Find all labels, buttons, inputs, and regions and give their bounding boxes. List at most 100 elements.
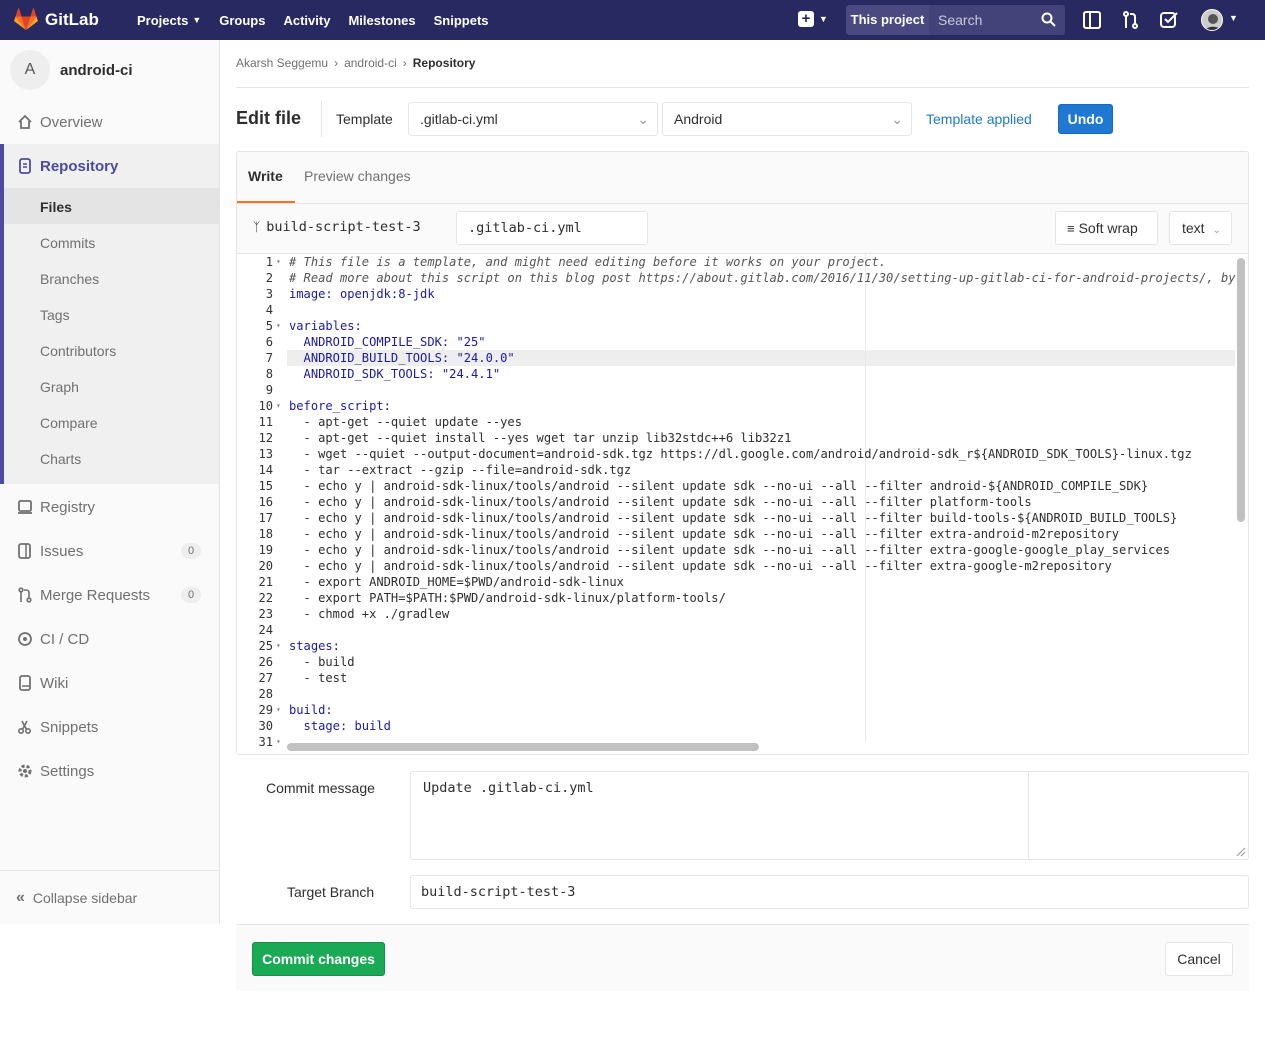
sidebar-item-overview[interactable]: Overview <box>0 100 219 144</box>
file-name-input[interactable]: .gitlab-ci.yml <box>456 211 648 245</box>
code-line[interactable]: 18 - echo y | android-sdk-linux/tools/an… <box>237 526 1237 542</box>
code-line[interactable]: 19 - echo y | android-sdk-linux/tools/an… <box>237 542 1237 558</box>
sidebar-subitem-commits[interactable]: Commits <box>40 235 95 251</box>
vertical-scrollbar[interactable] <box>1237 258 1245 522</box>
gitlab-logo[interactable]: GitLab <box>14 8 99 31</box>
code-line[interactable]: 3 image: openjdk:8-jdk <box>237 286 1237 302</box>
nav-projects[interactable]: Projects ▼ <box>137 13 201 28</box>
sidebar-subitem-charts[interactable]: Charts <box>40 451 81 467</box>
undo-button[interactable]: Undo <box>1058 104 1113 134</box>
code-line[interactable]: 29 ▾ build: <box>237 702 1237 718</box>
code-line[interactable]: 2 # Read more about this script on this b… <box>237 270 1237 286</box>
line-number: 30 <box>258 719 273 733</box>
nav-snippets[interactable]: Snippets <box>434 13 489 28</box>
fold-toggle-icon[interactable]: ▾ <box>276 734 281 750</box>
code-line-text: - test <box>289 671 348 685</box>
search-box[interactable] <box>929 5 1065 35</box>
sidebar-toggle-icon[interactable] <box>1083 10 1101 30</box>
collapse-sidebar-button[interactable]: « Collapse sidebar <box>0 870 219 924</box>
code-line[interactable]: 27 - test <box>237 670 1237 686</box>
code-line-text: - echo y | android-sdk-linux/tools/andro… <box>289 511 1178 525</box>
tab-write[interactable]: Write <box>248 168 283 184</box>
issues-count-badge: 0 <box>181 543 201 559</box>
sidebar-item-issues[interactable]: Issues 0 <box>0 529 219 573</box>
sidebar-item-registry[interactable]: Registry <box>0 485 219 529</box>
code-line[interactable]: 21 - export ANDROID_HOME=$PWD/android-sd… <box>237 574 1237 590</box>
code-line[interactable]: 24 <box>237 622 1237 638</box>
code-line[interactable]: 14 - tar --extract --gzip --file=android… <box>237 462 1237 478</box>
breadcrumb-user[interactable]: Akarsh Seggemu <box>236 56 328 70</box>
book-icon <box>16 674 34 692</box>
todo-check-icon[interactable] <box>1160 10 1178 30</box>
code-line[interactable]: 10 ▾ before_script: <box>237 398 1237 414</box>
main-nav: Projects ▼ Groups Activity Milestones Sni… <box>137 0 507 40</box>
code-line[interactable]: 16 - echo y | android-sdk-linux/tools/an… <box>237 494 1237 510</box>
line-number: 22 <box>258 591 273 605</box>
line-number: 11 <box>258 415 273 429</box>
sidebar-subitem-compare[interactable]: Compare <box>40 415 98 431</box>
breadcrumb-project[interactable]: android-ci <box>344 56 397 70</box>
sidebar-item-cicd[interactable]: CI / CD <box>0 617 219 661</box>
cancel-button[interactable]: Cancel <box>1165 942 1233 976</box>
code-line[interactable]: 20 - echo y | android-sdk-linux/tools/an… <box>237 558 1237 574</box>
code-line[interactable]: 5 ▾ variables: <box>237 318 1237 334</box>
project-header[interactable]: A android-ci <box>10 50 133 90</box>
code-line[interactable]: 12 - apt-get --quiet install --yes wget … <box>237 430 1237 446</box>
code-line[interactable]: 1 ▾ # This file is a template, and might n… <box>237 254 1237 270</box>
code-line[interactable]: 13 - wget --quiet --output-document=andr… <box>237 446 1237 462</box>
commit-message-textarea[interactable]: Update .gitlab-ci.yml <box>410 771 1249 860</box>
code-line[interactable]: 15 - echo y | android-sdk-linux/tools/an… <box>237 478 1237 494</box>
sidebar-subitem-contributors[interactable]: Contributors <box>40 343 116 359</box>
sidebar-item-snippets[interactable]: Snippets <box>0 705 219 749</box>
sidebar-subitem-branches[interactable]: Branches <box>40 271 99 287</box>
merge-request-icon[interactable] <box>1123 10 1139 30</box>
sidebar-subitem-tags[interactable]: Tags <box>40 307 70 323</box>
search-scope-badge[interactable]: This project <box>846 5 929 35</box>
code-line[interactable]: 28 <box>237 686 1237 702</box>
nav-activity[interactable]: Activity <box>283 13 330 28</box>
sidebar-files-highlight <box>4 188 219 224</box>
breadcrumb-current[interactable]: Repository <box>413 56 476 70</box>
code-line[interactable]: 31 ▾ <box>237 734 1237 750</box>
code-line[interactable]: 17 - echo y | android-sdk-linux/tools/an… <box>237 510 1237 526</box>
user-avatar[interactable] <box>1201 9 1223 31</box>
template-type-dropdown[interactable]: .gitlab-ci.yml ⌄ <box>408 102 658 136</box>
code-line[interactable]: 7 ANDROID_BUILD_TOOLS: "24.0.0" <box>237 350 1237 366</box>
code-line[interactable]: 4 <box>237 302 1237 318</box>
sidebar-item-wiki[interactable]: Wiki <box>0 661 219 705</box>
search-input[interactable] <box>929 5 1029 35</box>
fold-toggle-icon[interactable]: ▾ <box>276 254 281 270</box>
branch-name-label: build-script-test-3 <box>266 219 421 235</box>
resize-handle-icon[interactable] <box>1236 847 1246 857</box>
nav-milestones[interactable]: Milestones <box>348 13 415 28</box>
code-line[interactable]: 8 ANDROID_SDK_TOOLS: "24.4.1" <box>237 366 1237 382</box>
fold-toggle-icon[interactable]: ▾ <box>276 398 281 414</box>
commit-changes-button[interactable]: Commit changes <box>252 942 385 976</box>
sidebar-item-label: CI / CD <box>40 630 90 648</box>
fold-toggle-icon[interactable]: ▾ <box>276 318 281 334</box>
code-line[interactable]: 23 - chmod +x ./gradlew <box>237 606 1237 622</box>
nav-groups[interactable]: Groups <box>219 13 265 28</box>
code-line[interactable]: 26 - build <box>237 654 1237 670</box>
tab-preview-changes[interactable]: Preview changes <box>304 168 411 184</box>
chevron-down-icon[interactable]: ▼ <box>1229 13 1238 23</box>
new-dropdown-button[interactable]: + ▼ <box>798 11 828 27</box>
template-name-dropdown[interactable]: Android ⌄ <box>662 102 912 136</box>
code-line[interactable]: 11 - apt-get --quiet update --yes <box>237 414 1237 430</box>
code-line[interactable]: 6 ANDROID_COMPILE_SDK: "25" <box>237 334 1237 350</box>
sidebar-item-merge-requests[interactable]: Merge Requests 0 <box>0 573 219 617</box>
sidebar-item-repository[interactable]: Repository <box>0 144 219 188</box>
target-branch-input[interactable]: build-script-test-3 <box>410 875 1249 909</box>
sidebar-item-settings[interactable]: Settings <box>0 749 219 793</box>
soft-wrap-button[interactable]: ≡ Soft wrap <box>1055 211 1158 245</box>
fold-toggle-icon[interactable]: ▾ <box>276 702 281 718</box>
file-mode-dropdown[interactable]: text ⌄ <box>1169 211 1232 245</box>
fold-toggle-icon[interactable]: ▾ <box>276 638 281 654</box>
code-line[interactable]: 25 ▾ stages: <box>237 638 1237 654</box>
code-line[interactable]: 30 stage: build <box>237 718 1237 734</box>
sidebar-subitem-files[interactable]: Files <box>40 199 72 215</box>
code-line[interactable]: 22 - export PATH=$PATH:$PWD/android-sdk-… <box>237 590 1237 606</box>
code-line[interactable]: 9 <box>237 382 1237 398</box>
sidebar-subitem-graph[interactable]: Graph <box>40 379 79 395</box>
code-editor[interactable]: 1 ▾ # This file is a template, and might n… <box>237 254 1248 754</box>
